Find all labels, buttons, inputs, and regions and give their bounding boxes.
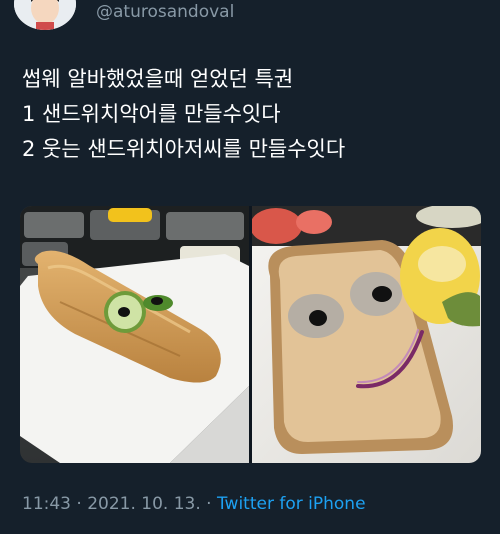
tweet-meta: 11:43 · 2021. 10. 13. · Twitter for iPho…	[22, 494, 366, 514]
meta-separator: ·	[200, 494, 217, 514]
tweet-date[interactable]: 2021. 10. 13.	[87, 494, 201, 514]
smiling-sandwich-image	[252, 206, 481, 463]
author-handle[interactable]: @aturosandoval	[96, 2, 234, 22]
tweet-time[interactable]: 11:43	[22, 494, 71, 514]
avatar[interactable]	[14, 0, 76, 30]
tweet-text-line: 1 샌드위치악어를 만들수잇다	[22, 102, 281, 126]
avatar-image	[14, 0, 76, 30]
tweet-view: @aturosandoval 썹웨 알바했었을때 얻었던 특권 1 샌드위치악어…	[0, 0, 500, 534]
tweet-text-line: 2 웃는 샌드위치아저씨를 만들수잇다	[22, 137, 346, 161]
meta-separator: ·	[71, 494, 88, 514]
photo-smiling-sandwich[interactable]	[252, 206, 481, 463]
tweet-source-link[interactable]: Twitter for iPhone	[217, 494, 366, 514]
sandwich-crocodile-image	[20, 206, 249, 463]
tweet-text-line: 썹웨 알바했었을때 얻었던 특권	[22, 67, 294, 91]
tweet-text: 썹웨 알바했었을때 얻었던 특권 1 샌드위치악어를 만들수잇다 2 웃는 샌드…	[22, 62, 482, 167]
media-grid	[20, 206, 481, 463]
photo-sandwich-crocodile[interactable]	[20, 206, 249, 463]
